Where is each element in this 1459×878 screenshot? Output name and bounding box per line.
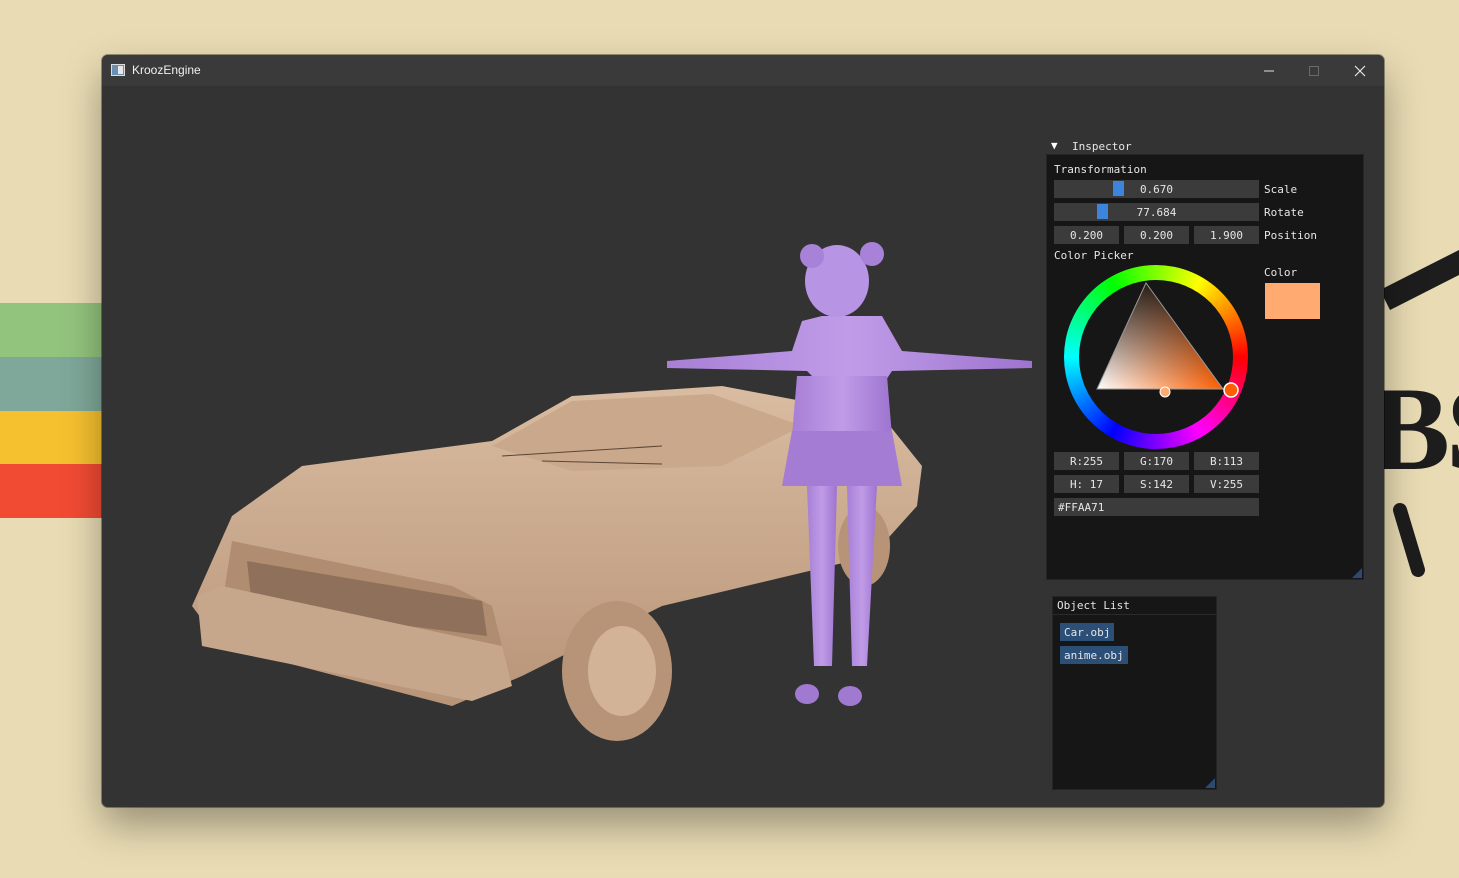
position-z-field[interactable]: 1.900: [1194, 226, 1259, 244]
hue-marker: [1223, 382, 1239, 398]
app-icon: [111, 64, 125, 76]
hue-value: H: 17: [1069, 477, 1104, 491]
object-item-label: Car.obj: [1064, 625, 1111, 639]
resize-grip-icon[interactable]: [1205, 778, 1215, 788]
rotate-slider[interactable]: 77.684: [1054, 203, 1259, 221]
scale-value: 0.670: [1139, 182, 1174, 196]
red-value: R:255: [1069, 454, 1104, 468]
value-field[interactable]: V:255: [1194, 475, 1259, 493]
hex-input[interactable]: #FFAA71: [1054, 498, 1259, 516]
color-preview-swatch[interactable]: [1265, 283, 1320, 319]
sv-marker: [1159, 386, 1171, 398]
maximize-button[interactable]: [1291, 55, 1337, 86]
object-item-car[interactable]: Car.obj: [1060, 623, 1115, 641]
maximize-icon: [1309, 65, 1319, 76]
position-y-value: 0.200: [1139, 228, 1174, 242]
position-x-value: 0.200: [1069, 228, 1104, 242]
blue-value: B:113: [1209, 454, 1244, 468]
desktop-stripe-green: [0, 303, 110, 357]
app-window: KroozEngine ▼ Inspector Transformation 0…: [102, 55, 1384, 807]
desktop-stripe-yellow: [0, 411, 110, 465]
window-title: KroozEngine: [132, 63, 201, 77]
inspector-panel: Transformation 0.670 Scale 77.684 Rotate…: [1046, 154, 1364, 580]
title-bar[interactable]: KroozEngine: [102, 55, 1384, 86]
green-field[interactable]: G:170: [1124, 452, 1189, 470]
rotate-label: Rotate: [1264, 206, 1304, 219]
red-field[interactable]: R:255: [1054, 452, 1119, 470]
saturation-value: S:142: [1139, 477, 1174, 491]
scale-slider[interactable]: 0.670: [1054, 180, 1259, 198]
position-x-field[interactable]: 0.200: [1054, 226, 1119, 244]
rotate-value: 77.684: [1136, 205, 1177, 219]
scale-label: Scale: [1264, 183, 1298, 196]
hue-field[interactable]: H: 17: [1054, 475, 1119, 493]
desktop-stripe-teal: [0, 357, 110, 411]
saturation-value-triangle[interactable]: [1064, 265, 1248, 449]
position-y-field[interactable]: 0.200: [1124, 226, 1189, 244]
inspector-title: Inspector: [1072, 140, 1132, 153]
position-z-value: 1.900: [1209, 228, 1244, 242]
transformation-label: Transformation: [1054, 163, 1147, 176]
object-list-title: Object List: [1057, 599, 1130, 612]
color-label: Color: [1264, 266, 1298, 279]
color-picker-label: Color Picker: [1054, 249, 1134, 262]
object-item-label: anime.obj: [1064, 648, 1124, 662]
close-button[interactable]: [1337, 55, 1383, 86]
desktop-stripe-red: [0, 464, 110, 518]
brightness-value: V:255: [1209, 477, 1244, 491]
green-value: G:170: [1139, 454, 1174, 468]
collapse-arrow-icon[interactable]: ▼: [1051, 139, 1058, 152]
minimize-icon: [1264, 70, 1274, 71]
close-icon: [1354, 65, 1366, 76]
hex-value: #FFAA71: [1058, 500, 1105, 514]
3d-viewport[interactable]: ▼ Inspector Transformation 0.670 Scale 7…: [102, 86, 1384, 807]
minimize-button[interactable]: [1246, 55, 1292, 86]
object-list-panel: Object List Car.obj anime.obj: [1052, 596, 1217, 790]
position-label: Position: [1264, 229, 1317, 242]
scale-slider-grab[interactable]: [1113, 181, 1124, 196]
rotate-slider-grab[interactable]: [1097, 204, 1108, 219]
object-item-anime[interactable]: anime.obj: [1060, 646, 1128, 664]
saturation-field[interactable]: S:142: [1124, 475, 1189, 493]
blue-field[interactable]: B:113: [1194, 452, 1259, 470]
resize-grip-icon[interactable]: [1352, 568, 1362, 578]
